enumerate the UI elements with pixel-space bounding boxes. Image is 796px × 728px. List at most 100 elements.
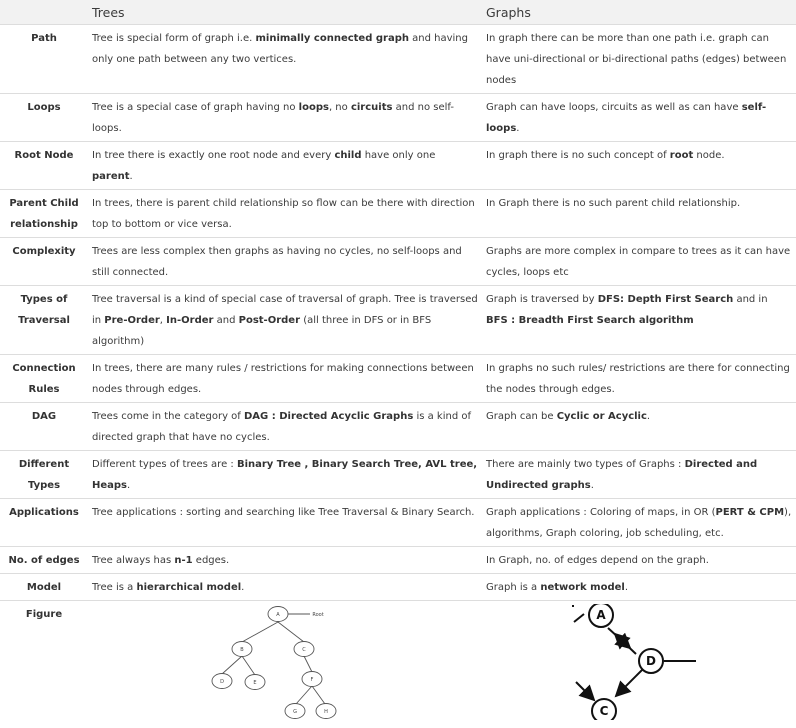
emphasis-text: In-Order [166, 315, 214, 326]
table-row: Different Types Different types of trees … [0, 450, 796, 499]
table-row: Path Tree is special form of graph i.e. m… [0, 24, 796, 94]
cell-text: In Graph, no. of edges depend on the gra… [486, 555, 709, 566]
tree-diagram: A B C D E F G H Root [211, 606, 337, 719]
table-row: No. of edges Tree always has n-1 edges. In… [0, 546, 796, 574]
tree-node-label: G [293, 709, 297, 715]
tree-node-label: A [276, 612, 280, 618]
emphasis-text: Pre-Order [104, 315, 160, 326]
cell-text: Tree always has [92, 555, 175, 566]
graph-cell: Graph is a network model. [482, 573, 796, 601]
table-row: Complexity Trees are less complex then gr… [0, 237, 796, 286]
cell-text: In graph there can be more than one path… [486, 33, 787, 86]
row-label: Types of Traversal [0, 285, 88, 355]
header-trees: Trees [88, 0, 482, 25]
row-label: Complexity [0, 237, 88, 286]
comparison-table: Trees Graphs Path Tree is special form of… [0, 0, 796, 724]
graph-cell: In graph there is no such concept of roo… [482, 141, 796, 190]
cell-text: and in [733, 294, 768, 305]
tree-node-label: H [324, 709, 328, 715]
table-body: Path Tree is special form of graph i.e. m… [0, 24, 796, 724]
graph-cell: In Graph there is no such parent child r… [482, 189, 796, 238]
cell-text: Graph can be [486, 411, 557, 422]
tree-cell: Trees come in the category of DAG : Dire… [88, 402, 482, 451]
row-label: No. of edges [0, 546, 88, 574]
header-empty [0, 0, 88, 25]
emphasis-text: Cyclic or Acyclic [556, 411, 647, 422]
cell-text: Trees come in the category of [92, 411, 244, 422]
graph-diagram: A D C [572, 602, 696, 724]
cell-text: In trees, there are many rules / restric… [92, 363, 474, 395]
cell-text: In graphs no such rules/ restrictions ar… [486, 363, 790, 395]
graph-figure-cell: A D C [482, 600, 796, 724]
graph-node-label: D [646, 654, 656, 668]
graph-cell: Graph is traversed by DFS: Depth First S… [482, 285, 796, 355]
table-row: Root Node In tree there is exactly one ro… [0, 141, 796, 190]
row-label: Parent Child relationship [0, 189, 88, 238]
tree-node-label: B [240, 647, 244, 653]
cell-text: Different types of trees are : [92, 459, 237, 470]
header-graphs: Graphs [482, 0, 796, 25]
cell-text: Tree is a special case of graph having n… [92, 102, 299, 113]
tree-cell: In tree there is exactly one root node a… [88, 141, 482, 190]
cell-text: Graph is a [486, 582, 541, 593]
edge-a-c [277, 621, 305, 643]
graph-cell: In graphs no such rules/ restrictions ar… [482, 354, 796, 403]
emphasis-text: root [669, 150, 694, 161]
row-label: Path [0, 24, 88, 94]
row-label: Model [0, 573, 88, 601]
edge-d-c [614, 667, 645, 698]
edge-a-top [573, 613, 585, 623]
emphasis-text: child [334, 150, 362, 161]
cell-text: . [241, 582, 245, 593]
tree-node-label: E [253, 680, 256, 686]
emphasis-text: PERT & CPM [715, 507, 785, 518]
emphasis-text: parent [92, 171, 130, 182]
cell-text: In trees, there is parent child relation… [92, 198, 475, 230]
row-label: Connection Rules [0, 354, 88, 403]
cell-text: Graphs are more complex in compare to tr… [486, 246, 791, 278]
cell-text: There are mainly two types of Graphs : [486, 459, 685, 470]
edge-b-e [241, 655, 256, 676]
cell-text: . [590, 480, 594, 491]
cell-text: . [516, 123, 520, 134]
tree-node-label: F [311, 677, 314, 683]
row-label: Root Node [0, 141, 88, 190]
graph-node-label: C [600, 704, 609, 718]
graph-cell: Graph can have loops, circuits as well a… [482, 93, 796, 142]
cell-text: Graph is traversed by [486, 294, 598, 305]
cell-text: Tree is special form of graph i.e. [92, 33, 256, 44]
emphasis-text: network model [540, 582, 625, 593]
cell-text: Graph applications : Coloring of maps, i… [486, 507, 716, 518]
table-row: Connection Rules In trees, there are many… [0, 354, 796, 403]
emphasis-text: DAG : Directed Acyclic Graphs [244, 411, 414, 422]
tree-cell: Tree traversal is a kind of special case… [88, 285, 482, 355]
cell-text: and [213, 315, 239, 326]
graph-figure: A D C [486, 602, 792, 724]
cell-text: In tree there is exactly one root node a… [92, 150, 335, 161]
figure-row: Figure A B C D E F G H Root A D C [0, 600, 796, 724]
tree-cell: Trees are less complex then graphs as ha… [88, 237, 482, 286]
emphasis-text: minimally connected graph [255, 33, 409, 44]
table-row: Parent Child relationship In trees, there… [0, 189, 796, 238]
edge-into-c [575, 681, 596, 702]
graph-cell: There are mainly two types of Graphs : D… [482, 450, 796, 499]
graph-cell: Graph applications : Coloring of maps, i… [482, 498, 796, 547]
cell-text: , no [328, 102, 351, 113]
emphasis-text: circuits [350, 102, 393, 113]
table-row: Applications Tree applications : sorting … [0, 498, 796, 547]
graph-cell: In graph there can be more than one path… [482, 24, 796, 94]
tree-cell: In trees, there are many rules / restric… [88, 354, 482, 403]
graph-cell: Graph can be Cyclic or Acyclic. [482, 402, 796, 451]
cell-text: In graph there is no such concept of [486, 150, 670, 161]
tree-cell: In trees, there is parent child relation… [88, 189, 482, 238]
table-row: Loops Tree is a special case of graph hav… [0, 93, 796, 142]
row-label: DAG [0, 402, 88, 451]
edge-f-g [295, 685, 313, 705]
edge-c-f [303, 655, 313, 673]
graph-cell: In Graph, no. of edges depend on the gra… [482, 546, 796, 574]
cell-text: Tree applications : sorting and searchin… [92, 507, 475, 518]
tree-figure: A B C D E F G H Root [92, 604, 478, 720]
edge-b-d [221, 655, 243, 675]
cell-text: . [624, 582, 629, 593]
emphasis-text: BFS : Breadth First Search algorithm [486, 315, 694, 326]
